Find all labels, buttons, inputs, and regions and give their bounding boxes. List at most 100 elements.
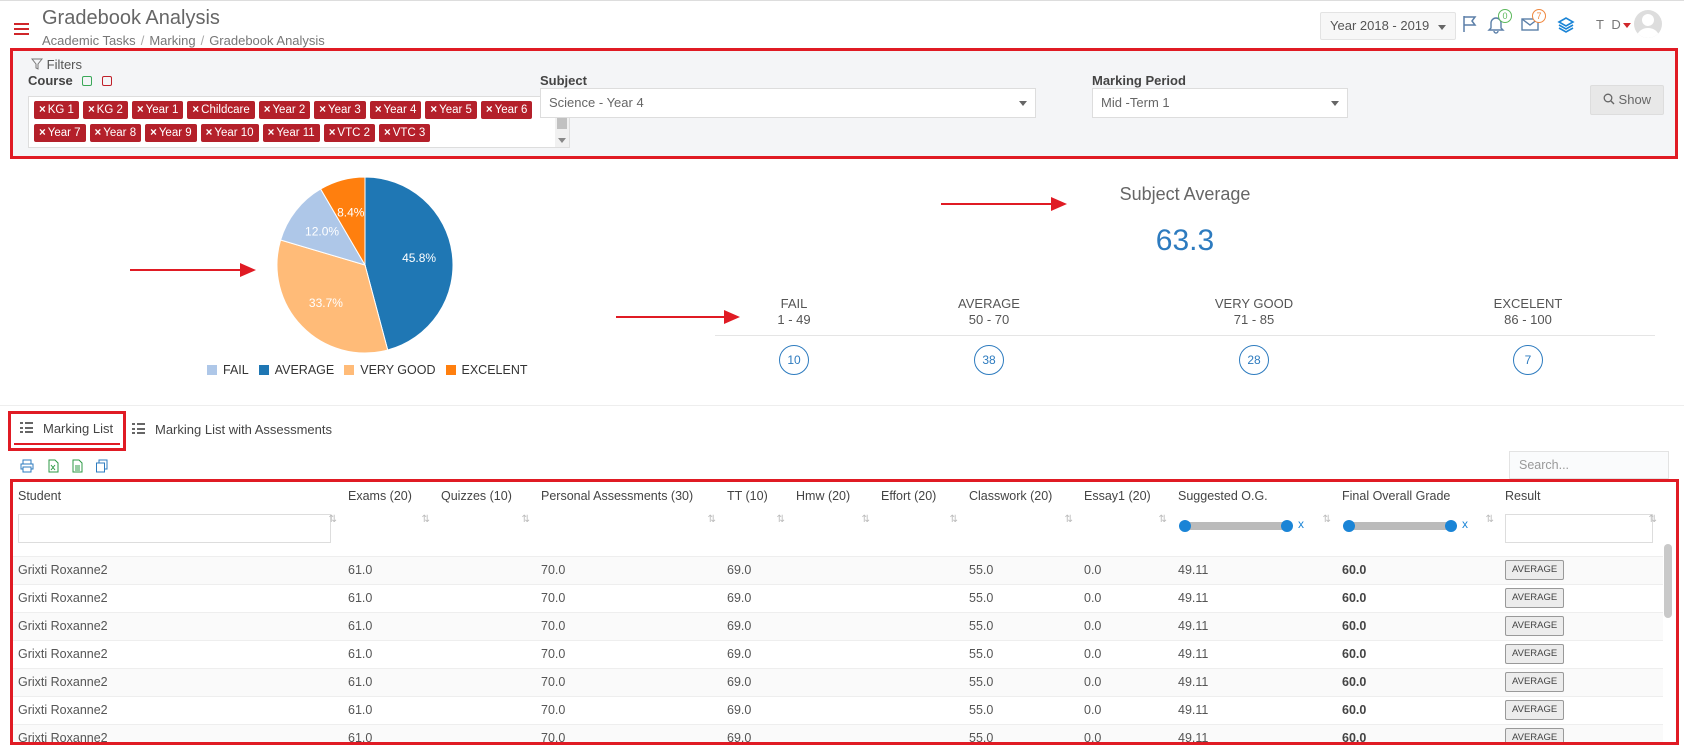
remove-tag-icon[interactable]: × xyxy=(329,127,336,139)
suggested-og-range-slider[interactable]: x xyxy=(1179,517,1304,532)
table-row[interactable]: Grixti Roxanne2 61.0 70.0 69.0 55.0 0.0 49.11 6… xyxy=(13,611,1663,640)
count-average[interactable]: 38 xyxy=(974,345,1004,375)
column-header-hmw[interactable]: Hmw (20) xyxy=(791,482,876,510)
remove-tag-icon[interactable]: × xyxy=(486,104,493,116)
range-max-handle[interactable] xyxy=(1445,520,1457,532)
course-tag[interactable]: × Year 11 xyxy=(262,124,320,142)
range-min-handle[interactable] xyxy=(1179,520,1191,532)
column-header-suggested-og[interactable]: Suggested O.G. xyxy=(1173,482,1337,510)
remove-tag-icon[interactable]: × xyxy=(268,127,275,139)
result-badge-button[interactable]: AVERAGE xyxy=(1505,560,1565,580)
legend-item[interactable]: VERY GOOD xyxy=(344,363,436,377)
legend-item[interactable]: AVERAGE xyxy=(258,363,334,377)
student-filter-input[interactable] xyxy=(18,514,331,543)
deselect-all-icon[interactable] xyxy=(102,76,113,86)
legend-item[interactable]: EXCELENT xyxy=(445,363,528,377)
column-header-student[interactable]: Student xyxy=(13,482,343,510)
range-max-handle[interactable] xyxy=(1281,520,1293,532)
sort-icon[interactable]: ⇅ xyxy=(1649,514,1657,525)
sort-icon[interactable]: ⇅ xyxy=(422,514,430,525)
remove-tag-icon[interactable]: × xyxy=(264,104,271,116)
sort-icon[interactable]: ⇅ xyxy=(1159,514,1167,525)
sort-icon[interactable]: ⇅ xyxy=(329,514,337,525)
scroll-down-icon[interactable] xyxy=(558,138,566,143)
user-initials[interactable]: T D xyxy=(1596,17,1623,32)
result-badge-button[interactable]: AVERAGE xyxy=(1505,616,1565,636)
count-fail[interactable]: 10 xyxy=(779,345,809,375)
subject-select[interactable]: Science - Year 4 xyxy=(540,88,1036,118)
table-scrollbar[interactable] xyxy=(1664,544,1672,618)
remove-tag-icon[interactable]: × xyxy=(150,127,157,139)
course-tag[interactable]: × Year 5 xyxy=(425,101,477,119)
legend-item[interactable]: FAIL xyxy=(207,363,249,377)
layers-icon[interactable] xyxy=(1556,14,1578,36)
remove-tag-icon[interactable]: × xyxy=(192,104,199,116)
remove-tag-icon[interactable]: × xyxy=(319,104,326,116)
column-header-essay1[interactable]: Essay1 (20) xyxy=(1079,482,1173,510)
show-button[interactable]: Show xyxy=(1590,85,1664,115)
flag-icon[interactable] xyxy=(1460,14,1482,36)
remove-tag-icon[interactable]: × xyxy=(430,104,437,116)
year-select[interactable]: Year 2018 - 2019 xyxy=(1320,12,1457,40)
sort-icon[interactable]: ⇅ xyxy=(862,514,870,525)
tab-marking-list-label[interactable]: Marking List xyxy=(43,421,113,436)
print-icon[interactable] xyxy=(20,459,34,473)
course-tag[interactable]: × Year 1 xyxy=(131,101,184,119)
sort-icon[interactable]: ⇅ xyxy=(522,514,530,525)
column-header-classwork[interactable]: Classwork (20) xyxy=(964,482,1079,510)
excel-icon[interactable] xyxy=(46,459,60,473)
course-tag[interactable]: × KG 1 xyxy=(34,101,79,119)
tab-marking-list-assessments[interactable]: Marking List with Assessments xyxy=(155,422,332,437)
sort-icon[interactable]: ⇅ xyxy=(1486,514,1494,525)
course-tag[interactable]: × Year 4 xyxy=(369,101,422,119)
range-min-handle[interactable] xyxy=(1343,520,1355,532)
column-header-exams[interactable]: Exams (20) xyxy=(343,482,436,510)
sort-icon[interactable]: ⇅ xyxy=(708,514,716,525)
remove-tag-icon[interactable]: × xyxy=(375,104,382,116)
course-tag[interactable]: × Year 9 xyxy=(145,124,197,142)
copy-icon[interactable] xyxy=(95,459,109,473)
envelope-icon[interactable]: 7 xyxy=(1520,9,1546,36)
clear-range-icon[interactable]: x xyxy=(1462,517,1468,531)
remove-tag-icon[interactable]: × xyxy=(88,104,95,116)
result-filter-input[interactable] xyxy=(1505,514,1653,543)
course-tag[interactable]: × KG 2 xyxy=(82,101,128,119)
result-badge-button[interactable]: AVERAGE xyxy=(1505,644,1565,664)
course-tag[interactable]: × Year 3 xyxy=(314,101,366,119)
marking-period-select[interactable]: Mid -Term 1 xyxy=(1092,88,1348,118)
course-multiselect[interactable]: × KG 1 × KG 2 × Year 1 × Childcare × Year 2 × Year … xyxy=(28,96,570,148)
course-tag[interactable]: × Year 10 xyxy=(200,124,259,142)
sort-icon[interactable]: ⇅ xyxy=(777,514,785,525)
table-row[interactable]: Grixti Roxanne2 61.0 70.0 69.0 55.0 0.0 49.11 6… xyxy=(13,723,1663,742)
bell-icon[interactable]: 0 xyxy=(1486,9,1512,36)
remove-tag-icon[interactable]: × xyxy=(39,104,46,116)
course-tag[interactable]: × Childcare xyxy=(187,101,255,119)
course-tag[interactable]: × Year 2 xyxy=(258,101,311,119)
column-header-effort[interactable]: Effort (20) xyxy=(876,482,964,510)
course-tag[interactable]: × VTC 3 xyxy=(379,124,431,142)
table-row[interactable]: Grixti Roxanne2 61.0 70.0 69.0 55.0 0.0 49.11 6… xyxy=(13,667,1663,696)
search-input[interactable]: Search... xyxy=(1509,451,1669,479)
select-all-icon[interactable] xyxy=(82,76,93,86)
table-row[interactable]: Grixti Roxanne2 61.0 70.0 69.0 55.0 0.0 49.11 6… xyxy=(13,583,1663,612)
breadcrumb-marking[interactable]: Marking xyxy=(149,33,195,48)
menu-icon[interactable] xyxy=(14,23,29,35)
sort-icon[interactable]: ⇅ xyxy=(1323,514,1331,525)
course-tag[interactable]: × Year 8 xyxy=(89,124,142,142)
column-header-personal-assessments[interactable]: Personal Assessments (30) xyxy=(536,482,722,510)
avatar[interactable] xyxy=(1634,10,1662,38)
count-very-good[interactable]: 28 xyxy=(1239,345,1269,375)
sort-icon[interactable]: ⇅ xyxy=(950,514,958,525)
remove-tag-icon[interactable]: × xyxy=(206,127,213,139)
table-row[interactable]: Grixti Roxanne2 61.0 70.0 69.0 55.0 0.0 49.11 6… xyxy=(13,695,1663,724)
remove-tag-icon[interactable]: × xyxy=(39,127,46,139)
breadcrumb-academic-tasks[interactable]: Academic Tasks xyxy=(42,33,136,48)
column-header-quizzes[interactable]: Quizzes (10) xyxy=(436,482,536,510)
result-badge-button[interactable]: AVERAGE xyxy=(1505,728,1565,742)
user-menu-caret-icon[interactable] xyxy=(1623,23,1631,28)
remove-tag-icon[interactable]: × xyxy=(137,104,144,116)
table-row[interactable]: Grixti Roxanne2 61.0 70.0 69.0 55.0 0.0 49.11 6… xyxy=(13,639,1663,668)
remove-tag-icon[interactable]: × xyxy=(384,127,391,139)
result-badge-button[interactable]: AVERAGE xyxy=(1505,700,1565,720)
remove-tag-icon[interactable]: × xyxy=(95,127,102,139)
